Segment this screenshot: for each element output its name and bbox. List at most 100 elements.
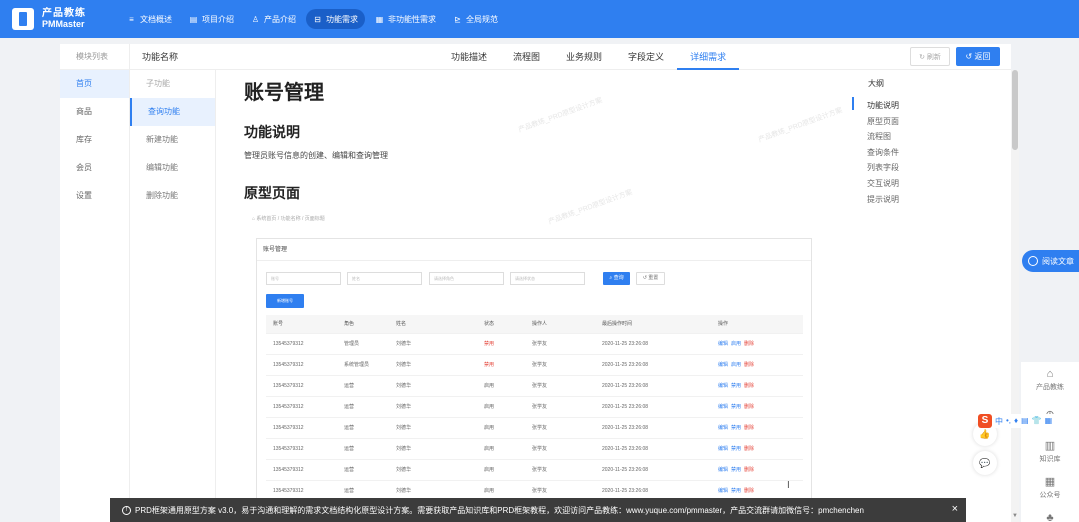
- table-op-link: 删除: [744, 425, 755, 431]
- sub-function-item[interactable]: 新建功能: [130, 126, 215, 154]
- sub-function-item[interactable]: 删除功能: [130, 182, 215, 210]
- table-op-link: 编辑: [718, 488, 729, 494]
- refresh-icon: ↻: [919, 53, 925, 61]
- table-cell-name: 刘德华: [396, 425, 412, 431]
- function-bar: 功能名称 功能描述 流程图 业务规则 字段定义 详细需求 ↻ 刷新 ↺ 返回: [130, 44, 1011, 70]
- document-content: 产品教练_PRD原型设计方案 产品教练_PRD原型设计方案 产品教练_PRD原型…: [216, 70, 850, 522]
- page-title: 账号管理: [244, 82, 324, 104]
- table-cell-ops: 编辑 禁用 删除: [718, 397, 757, 418]
- table-cell-ops: 编辑 禁用 删除: [718, 460, 757, 481]
- outline-item[interactable]: 交互说明: [867, 176, 899, 192]
- nav-icon: ▤: [189, 14, 198, 24]
- tab-item[interactable]: 详细需求: [677, 44, 740, 70]
- table-row: 13545379312 管理员 刘德华 禁用 张学友 2020-11-25 23:26:0…: [266, 334, 803, 355]
- table-cell-operator: 张学友: [532, 467, 548, 473]
- table-op-link: 禁用: [731, 467, 742, 473]
- ime-item[interactable]: ♦: [1014, 416, 1018, 427]
- nav-item-2[interactable]: ♙ 产品介绍: [244, 9, 303, 29]
- prototype-add-button: 新增账号: [266, 294, 304, 308]
- outline-item[interactable]: 原型页面: [867, 114, 899, 130]
- nav-item-1[interactable]: ▤ 项目介绍: [182, 9, 241, 29]
- search-icon: ⌕: [609, 275, 613, 281]
- side-tool-icon: ⌂: [1046, 368, 1054, 380]
- table-header-cell: 状态: [484, 321, 495, 327]
- side-toolbar: ⌂产品教练⊕▥知识库▦公众号♣微信群: [1021, 362, 1079, 522]
- nav-label: 项目介绍: [202, 14, 234, 24]
- module-item[interactable]: 设置: [60, 182, 129, 210]
- module-item[interactable]: 商品: [60, 98, 129, 126]
- sub-function-item[interactable]: 编辑功能: [130, 154, 215, 182]
- table-cell-time: 2020-11-25 23:26:08: [602, 341, 649, 347]
- table-op-link: 编辑: [718, 425, 729, 431]
- table-header-cell: 最后操作时间: [602, 321, 633, 327]
- outline-item[interactable]: 流程图: [867, 129, 899, 145]
- scrollbar-thumb[interactable]: [1012, 70, 1018, 150]
- refresh-button[interactable]: ↻ 刷新: [910, 47, 950, 66]
- read-article-button[interactable]: 阅读文章: [1022, 250, 1079, 272]
- sub-function-header: 子功能: [146, 79, 170, 88]
- ime-item[interactable]: •,: [1006, 416, 1011, 427]
- nav-icon: ♙: [251, 14, 260, 24]
- side-tool-item[interactable]: ▦ 公众号: [1021, 470, 1079, 506]
- back-button[interactable]: ↺ 返回: [956, 47, 1000, 66]
- table-cell-role: 系统管理员: [344, 362, 370, 368]
- module-item[interactable]: 库存: [60, 126, 129, 154]
- table-cell-name: 刘德华: [396, 446, 412, 452]
- logo-title: 产品教练: [42, 8, 86, 19]
- table-cell-operator: 张学友: [532, 341, 548, 347]
- logo[interactable]: 产品教练 PMMaster: [12, 8, 112, 30]
- nav-item-4[interactable]: ▦ 非功能性需求: [368, 9, 443, 29]
- prototype-reset-button: ↺ 重置: [636, 272, 665, 285]
- ime-item[interactable]: ▦: [1045, 416, 1053, 427]
- outline-item[interactable]: 提示说明: [867, 192, 899, 208]
- watermark: 产品教练_PRD原型设计方案: [757, 107, 844, 144]
- back-icon: ↺: [965, 52, 973, 61]
- side-tool-label: 产品教练: [1036, 384, 1064, 391]
- function-tabs: 功能描述 流程图 业务规则 字段定义 详细需求: [438, 44, 740, 70]
- nav-item-0[interactable]: ≡ 文档概述: [120, 9, 179, 29]
- table-cell-role: 运营: [344, 383, 355, 389]
- content-scrollbar[interactable]: [1011, 70, 1019, 522]
- ime-item[interactable]: 中: [995, 416, 1003, 427]
- table-cell-operator: 张学友: [532, 404, 548, 410]
- tab-item[interactable]: 功能描述: [438, 44, 500, 70]
- table-op-link: 禁用: [731, 488, 742, 494]
- table-op-link: 删除: [744, 404, 755, 410]
- ime-item[interactable]: ▤: [1021, 416, 1029, 427]
- table-cell-operator: 张学友: [532, 362, 548, 368]
- table-op-link: 删除: [744, 362, 755, 368]
- table-op-link: 删除: [744, 341, 755, 347]
- outline-item[interactable]: 查询条件: [867, 145, 899, 161]
- tab-item[interactable]: 流程图: [500, 44, 553, 70]
- table-op-link: 禁用: [731, 404, 742, 410]
- comment-icon[interactable]: 💬: [973, 451, 997, 475]
- outline-item[interactable]: 列表字段: [867, 160, 899, 176]
- table-cell-ops: 编辑 禁用 删除: [718, 418, 757, 439]
- scroll-down-arrow-icon[interactable]: ▼: [1012, 513, 1018, 519]
- table-cell-operator: 张学友: [532, 383, 548, 389]
- tab-item[interactable]: 业务规则: [553, 44, 615, 70]
- input-method-bar[interactable]: S 中 •, ♦ ▤ 👕 ▦: [978, 414, 1079, 428]
- side-tool-item[interactable]: ▥ 知识库: [1021, 434, 1079, 470]
- nav-item-5[interactable]: ⊵ 全局规范: [446, 9, 505, 29]
- side-tool-item[interactable]: ⌂ 产品教练: [1021, 362, 1079, 398]
- module-item[interactable]: 会员: [60, 154, 129, 182]
- sub-function-item[interactable]: 查询功能: [130, 98, 215, 126]
- nav-label: 全局规范: [466, 14, 498, 24]
- table-op-link: 编辑: [718, 446, 729, 452]
- nav-label: 非功能性需求: [388, 14, 436, 24]
- table-cell-time: 2020-11-25 23:26:08: [602, 383, 649, 389]
- side-tool-item[interactable]: ♣微信群: [1021, 506, 1079, 522]
- logo-icon: [12, 8, 34, 30]
- ime-item[interactable]: 👕: [1032, 416, 1042, 427]
- table-op-link: 启用: [731, 341, 742, 347]
- table-cell-time: 2020-11-25 23:26:08: [602, 446, 649, 452]
- close-icon[interactable]: ×: [952, 503, 958, 515]
- table-cell-name: 刘德华: [396, 404, 412, 410]
- module-list-header: 模块列表: [60, 44, 129, 70]
- outline-item[interactable]: 功能说明: [867, 98, 899, 114]
- notice-bar: ! PRD框架通用原型方案 v3.0，易于沟通和理解的需求文档结构化原型设计方案…: [110, 498, 966, 522]
- tab-item[interactable]: 字段定义: [615, 44, 677, 70]
- module-item[interactable]: 首页: [60, 70, 129, 98]
- nav-item-3[interactable]: ⊟ 功能需求: [306, 9, 365, 29]
